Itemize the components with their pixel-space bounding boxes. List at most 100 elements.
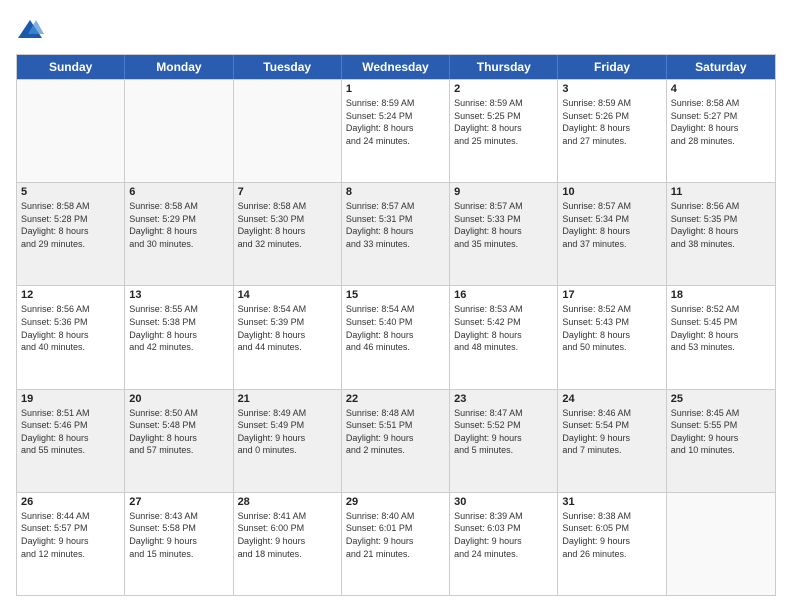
day-info: Sunrise: 8:46 AM Sunset: 5:54 PM Dayligh… — [562, 407, 661, 457]
header-day-monday: Monday — [125, 55, 233, 79]
day-info: Sunrise: 8:48 AM Sunset: 5:51 PM Dayligh… — [346, 407, 445, 457]
day-info: Sunrise: 8:49 AM Sunset: 5:49 PM Dayligh… — [238, 407, 337, 457]
day-info: Sunrise: 8:58 AM Sunset: 5:30 PM Dayligh… — [238, 200, 337, 250]
day-info: Sunrise: 8:59 AM Sunset: 5:24 PM Dayligh… — [346, 97, 445, 147]
day-number: 27 — [129, 496, 228, 508]
cal-cell: 29Sunrise: 8:40 AM Sunset: 6:01 PM Dayli… — [342, 493, 450, 595]
cal-cell: 12Sunrise: 8:56 AM Sunset: 5:36 PM Dayli… — [17, 286, 125, 388]
cal-cell: 25 Sunrise: 8:45 AM Sunset: 5:55 PM Dayli… — [667, 390, 775, 492]
header-day-wednesday: Wednesday — [342, 55, 450, 79]
page: SundayMondayTuesdayWednesdayThursdayFrid… — [0, 0, 792, 612]
day-info: Sunrise: 8:54 AM Sunset: 5:39 PM Dayligh… — [238, 303, 337, 353]
calendar-row-4: 19Sunrise: 8:51 AM Sunset: 5:46 PM Dayli… — [17, 389, 775, 492]
logo-icon — [16, 16, 44, 44]
day-number: 3 — [562, 83, 661, 95]
header-day-friday: Friday — [558, 55, 666, 79]
day-info: Sunrise: 8:52 AM Sunset: 5:45 PM Dayligh… — [671, 303, 771, 353]
calendar-row-2: 5Sunrise: 8:58 AM Sunset: 5:28 PM Daylig… — [17, 182, 775, 285]
day-info: Sunrise: 8:59 AM Sunset: 5:26 PM Dayligh… — [562, 97, 661, 147]
day-number: 6 — [129, 186, 228, 198]
day-number: 31 — [562, 496, 661, 508]
cal-cell: 14 Sunrise: 8:54 AM Sunset: 5:39 PM Dayli… — [234, 286, 342, 388]
cal-cell: 6 Sunrise: 8:58 AM Sunset: 5:29 PM Daylig… — [125, 183, 233, 285]
day-number: 9 — [454, 186, 553, 198]
day-info: Sunrise: 8:54 AM Sunset: 5:40 PM Dayligh… — [346, 303, 445, 353]
day-info: Sunrise: 8:57 AM Sunset: 5:34 PM Dayligh… — [562, 200, 661, 250]
cal-cell: 19Sunrise: 8:51 AM Sunset: 5:46 PM Dayli… — [17, 390, 125, 492]
cal-cell: 31 Sunrise: 8:38 AM Sunset: 6:05 PM Dayli… — [558, 493, 666, 595]
cal-cell — [234, 80, 342, 182]
day-number: 11 — [671, 186, 771, 198]
day-number: 29 — [346, 496, 445, 508]
day-number: 22 — [346, 393, 445, 405]
cal-cell: 1 Sunrise: 8:59 AM Sunset: 5:24 PM Daylig… — [342, 80, 450, 182]
day-number: 14 — [238, 289, 337, 301]
day-number: 4 — [671, 83, 771, 95]
cal-cell: 10 Sunrise: 8:57 AM Sunset: 5:34 PM Dayli… — [558, 183, 666, 285]
cal-cell — [667, 493, 775, 595]
cal-cell: 9 Sunrise: 8:57 AM Sunset: 5:33 PM Daylig… — [450, 183, 558, 285]
cal-cell: 27 Sunrise: 8:43 AM Sunset: 5:58 PM Dayli… — [125, 493, 233, 595]
day-info: Sunrise: 8:47 AM Sunset: 5:52 PM Dayligh… — [454, 407, 553, 457]
cal-cell: 4 Sunrise: 8:58 AM Sunset: 5:27 PM Daylig… — [667, 80, 775, 182]
header — [16, 16, 776, 44]
day-info: Sunrise: 8:43 AM Sunset: 5:58 PM Dayligh… — [129, 510, 228, 560]
cal-cell: 21 Sunrise: 8:49 AM Sunset: 5:49 PM Dayli… — [234, 390, 342, 492]
day-info: Sunrise: 8:58 AM Sunset: 5:29 PM Dayligh… — [129, 200, 228, 250]
day-info: Sunrise: 8:52 AM Sunset: 5:43 PM Dayligh… — [562, 303, 661, 353]
cal-cell: 24 Sunrise: 8:46 AM Sunset: 5:54 PM Dayli… — [558, 390, 666, 492]
day-info: Sunrise: 8:45 AM Sunset: 5:55 PM Dayligh… — [671, 407, 771, 457]
cal-cell: 17 Sunrise: 8:52 AM Sunset: 5:43 PM Dayli… — [558, 286, 666, 388]
day-info: Sunrise: 8:56 AM Sunset: 5:36 PM Dayligh… — [21, 303, 120, 353]
cal-cell — [125, 80, 233, 182]
cal-cell: 15 Sunrise: 8:54 AM Sunset: 5:40 PM Dayli… — [342, 286, 450, 388]
day-number: 10 — [562, 186, 661, 198]
calendar-row-3: 12Sunrise: 8:56 AM Sunset: 5:36 PM Dayli… — [17, 285, 775, 388]
day-number: 24 — [562, 393, 661, 405]
calendar-row-1: 1 Sunrise: 8:59 AM Sunset: 5:24 PM Daylig… — [17, 79, 775, 182]
day-info: Sunrise: 8:57 AM Sunset: 5:33 PM Dayligh… — [454, 200, 553, 250]
cal-cell: 11 Sunrise: 8:56 AM Sunset: 5:35 PM Dayli… — [667, 183, 775, 285]
day-number: 23 — [454, 393, 553, 405]
day-number: 21 — [238, 393, 337, 405]
day-info: Sunrise: 8:55 AM Sunset: 5:38 PM Dayligh… — [129, 303, 228, 353]
day-number: 17 — [562, 289, 661, 301]
calendar: SundayMondayTuesdayWednesdayThursdayFrid… — [16, 54, 776, 596]
calendar-header: SundayMondayTuesdayWednesdayThursdayFrid… — [17, 55, 775, 79]
header-day-tuesday: Tuesday — [234, 55, 342, 79]
day-info: Sunrise: 8:56 AM Sunset: 5:35 PM Dayligh… — [671, 200, 771, 250]
day-info: Sunrise: 8:57 AM Sunset: 5:31 PM Dayligh… — [346, 200, 445, 250]
calendar-body: 1 Sunrise: 8:59 AM Sunset: 5:24 PM Daylig… — [17, 79, 775, 595]
day-number: 13 — [129, 289, 228, 301]
header-day-thursday: Thursday — [450, 55, 558, 79]
cal-cell: 20Sunrise: 8:50 AM Sunset: 5:48 PM Dayli… — [125, 390, 233, 492]
day-number: 25 — [671, 393, 771, 405]
day-number: 5 — [21, 186, 120, 198]
cal-cell: 16Sunrise: 8:53 AM Sunset: 5:42 PM Dayli… — [450, 286, 558, 388]
day-number: 8 — [346, 186, 445, 198]
day-number: 15 — [346, 289, 445, 301]
cal-cell: 7 Sunrise: 8:58 AM Sunset: 5:30 PM Daylig… — [234, 183, 342, 285]
cal-cell: 13 Sunrise: 8:55 AM Sunset: 5:38 PM Dayli… — [125, 286, 233, 388]
cal-cell: 26Sunrise: 8:44 AM Sunset: 5:57 PM Dayli… — [17, 493, 125, 595]
header-day-saturday: Saturday — [667, 55, 775, 79]
day-number: 2 — [454, 83, 553, 95]
cal-cell: 30 Sunrise: 8:39 AM Sunset: 6:03 PM Dayli… — [450, 493, 558, 595]
day-info: Sunrise: 8:39 AM Sunset: 6:03 PM Dayligh… — [454, 510, 553, 560]
day-number: 7 — [238, 186, 337, 198]
day-number: 28 — [238, 496, 337, 508]
day-info: Sunrise: 8:58 AM Sunset: 5:27 PM Dayligh… — [671, 97, 771, 147]
day-info: Sunrise: 8:38 AM Sunset: 6:05 PM Dayligh… — [562, 510, 661, 560]
day-info: Sunrise: 8:41 AM Sunset: 6:00 PM Dayligh… — [238, 510, 337, 560]
day-number: 1 — [346, 83, 445, 95]
day-number: 18 — [671, 289, 771, 301]
day-number: 16 — [454, 289, 553, 301]
cal-cell: 3 Sunrise: 8:59 AM Sunset: 5:26 PM Daylig… — [558, 80, 666, 182]
cal-cell: 2Sunrise: 8:59 AM Sunset: 5:25 PM Daylig… — [450, 80, 558, 182]
day-number: 19 — [21, 393, 120, 405]
cal-cell — [17, 80, 125, 182]
day-number: 26 — [21, 496, 120, 508]
header-day-sunday: Sunday — [17, 55, 125, 79]
cal-cell: 18 Sunrise: 8:52 AM Sunset: 5:45 PM Dayli… — [667, 286, 775, 388]
day-number: 30 — [454, 496, 553, 508]
